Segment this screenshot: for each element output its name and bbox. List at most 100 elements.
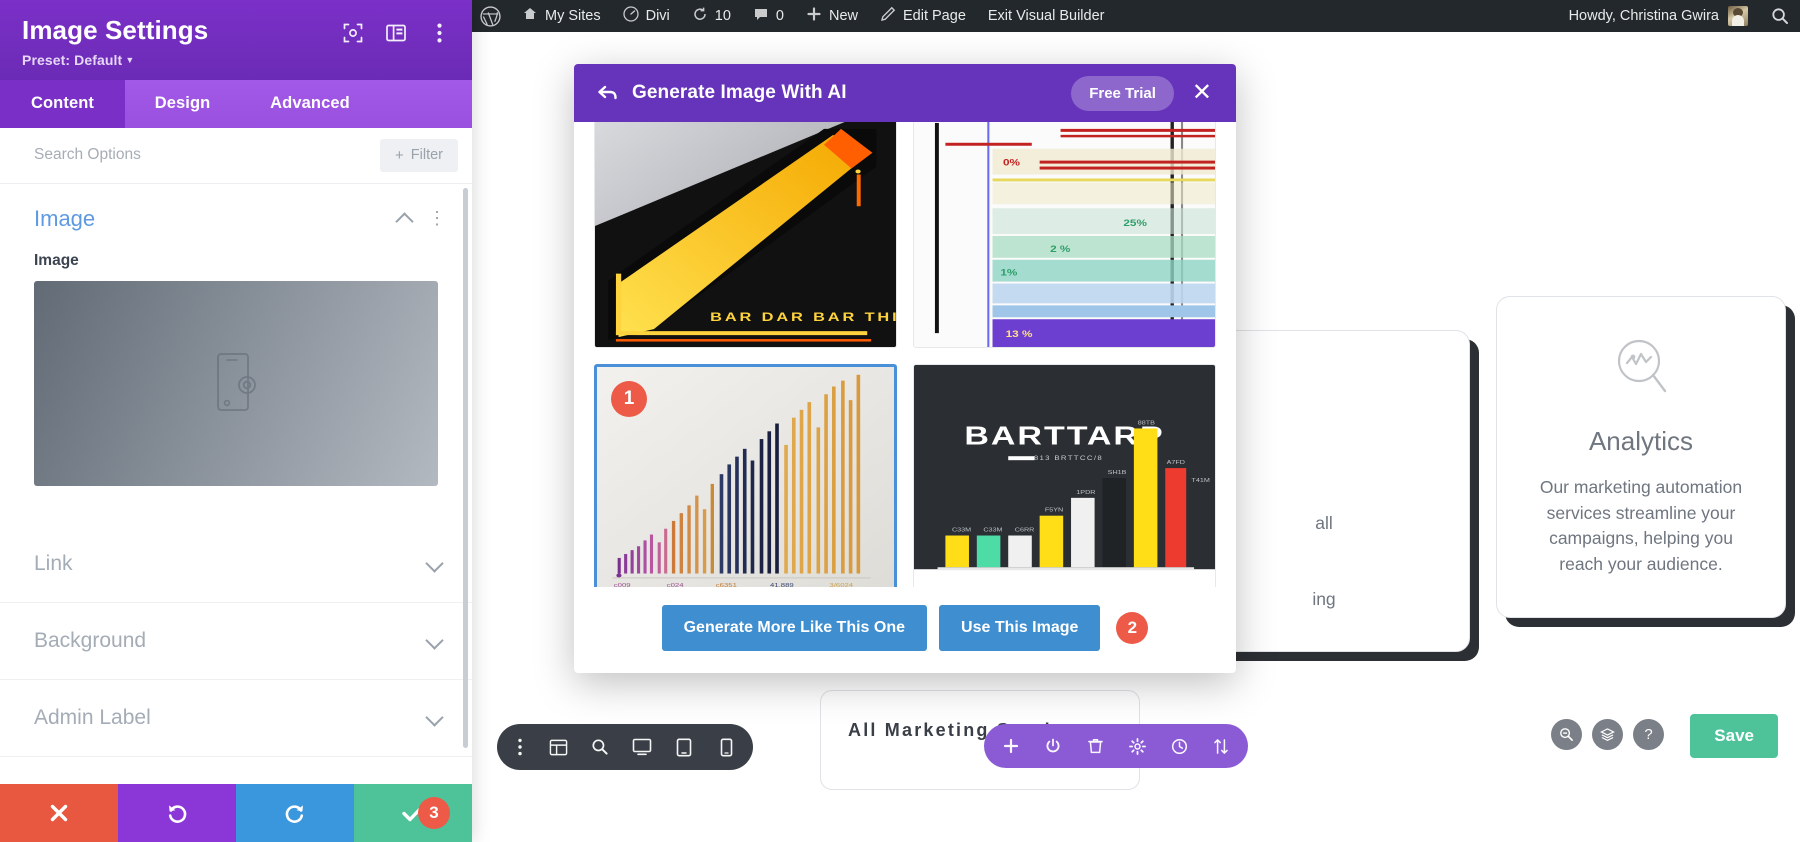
wireframe-view-button[interactable]	[537, 725, 579, 769]
image-settings-panel: Image Settings Preset: Default ▼ Content …	[0, 0, 472, 842]
gear-icon[interactable]	[1116, 724, 1158, 768]
sort-arrows-icon[interactable]	[1200, 724, 1242, 768]
admin-bar-item-exit-visual-builder[interactable]: Exit Visual Builder	[977, 0, 1116, 32]
plus-icon	[806, 6, 822, 26]
analytics-magnifier-icon	[1613, 337, 1669, 402]
sidebar-item-link[interactable]: Link	[0, 526, 472, 603]
layers-button[interactable]	[1592, 719, 1623, 750]
kebab-menu-icon[interactable]: ⋮	[428, 210, 446, 227]
help-button[interactable]: ?	[1633, 719, 1664, 750]
updates-refresh-icon	[692, 6, 708, 26]
zoom-out-button[interactable]	[1551, 719, 1582, 750]
admin-bar-label: 10	[714, 8, 731, 24]
svg-text:F5YN: F5YN	[1045, 507, 1064, 513]
svg-text:0%: 0%	[1003, 159, 1020, 168]
pencil-edit-icon	[880, 6, 896, 26]
divi-module-toolbar	[984, 724, 1248, 768]
admin-bar-label: 0	[775, 8, 784, 24]
panel-scrollbar[interactable]	[463, 184, 468, 784]
kebab-menu-icon[interactable]	[428, 22, 450, 44]
save-button[interactable]: Save	[1690, 714, 1778, 758]
modal-body: BAR DAR BAR THI 0% 25% 2 % 1% 13 % 1 c00…	[574, 122, 1236, 587]
filter-button[interactable]: + Filter	[380, 138, 458, 172]
thumb-1-caption: BAR DAR BAR THI	[710, 311, 896, 325]
delete-button[interactable]	[1074, 724, 1116, 768]
undo-button[interactable]	[118, 784, 236, 842]
scrollbar-thumb[interactable]	[463, 187, 468, 748]
clock-history-icon[interactable]	[1158, 724, 1200, 768]
svg-text:13 %: 13 %	[1006, 330, 1033, 339]
modal-header: Generate Image With AI Free Trial ✕	[574, 64, 1236, 122]
svg-text:813 BRTTCC/8: 813 BRTTCC/8	[1034, 456, 1103, 462]
service-card-fragment-2: ing	[1312, 588, 1336, 609]
wordpress-logo-icon[interactable]	[472, 0, 511, 32]
search-input[interactable]: Search Options	[34, 146, 141, 164]
ai-image-option-4[interactable]: BARTTARP 813 BRTTCC/8 C33M C33M C6RR F5Y	[913, 364, 1216, 587]
preset-selector[interactable]: Preset: Default ▼	[22, 52, 450, 68]
settings-action-bar: 3	[0, 784, 472, 842]
divi-view-toolbar	[497, 724, 753, 770]
admin-bar-item-updates[interactable]: 10	[681, 0, 742, 32]
generate-more-button[interactable]: Generate More Like This One	[661, 605, 928, 651]
discard-button[interactable]	[0, 784, 118, 842]
admin-bar-item-new[interactable]: New	[795, 0, 869, 32]
admin-bar-howdy[interactable]: Howdy, Christina Gwira	[1557, 6, 1760, 26]
chevron-down-icon: ▼	[125, 54, 135, 65]
image-section-header[interactable]: Image ⋮	[0, 184, 472, 246]
service-card-text: Our marketing automation services stream…	[1539, 477, 1743, 574]
search-icon[interactable]	[1760, 0, 1800, 32]
desktop-view-button[interactable]	[621, 725, 663, 769]
tab-advanced[interactable]: Advanced	[240, 80, 380, 128]
sidebar-item-background[interactable]: Background	[0, 603, 472, 680]
use-this-image-button[interactable]: Use This Image	[939, 605, 1101, 651]
free-trial-badge[interactable]: Free Trial	[1071, 75, 1174, 111]
modal-footer: Generate More Like This One Use This Ima…	[574, 587, 1236, 673]
svg-text:1PDR: 1PDR	[1076, 490, 1096, 496]
tablet-view-button[interactable]	[663, 725, 705, 769]
ai-image-option-3[interactable]: 1 c009 c024 c6351 41.889 3/6024	[594, 364, 897, 587]
admin-bar-item-my-sites[interactable]: My Sites	[511, 0, 612, 32]
zoom-view-button[interactable]	[579, 725, 621, 769]
image-field-label: Image	[34, 251, 79, 269]
add-module-button[interactable]	[990, 724, 1032, 768]
image-preview[interactable]	[34, 280, 438, 486]
svg-text:A7FD: A7FD	[1167, 460, 1186, 466]
step-badge-3: 3	[418, 797, 450, 829]
image-section-title: Image	[34, 205, 96, 231]
close-icon[interactable]: ✕	[1188, 81, 1216, 105]
avatar	[1728, 6, 1748, 26]
back-arrow-icon[interactable]	[598, 85, 618, 101]
save-settings-button[interactable]: 3	[354, 784, 472, 842]
admin-bar-label: Edit Page	[903, 8, 966, 24]
service-card-fragment-1: all	[1315, 513, 1333, 533]
ai-image-option-2[interactable]: 0% 25% 2 % 1% 13 %	[913, 122, 1216, 348]
floating-tool-buttons: ?	[1551, 719, 1664, 750]
focus-target-icon[interactable]	[342, 22, 364, 44]
admin-bar-item-edit-page[interactable]: Edit Page	[869, 0, 977, 32]
modal-title: Generate Image With AI	[632, 82, 847, 103]
admin-bar-label: Divi	[645, 8, 670, 24]
admin-bar-item-comments[interactable]: 0	[742, 0, 795, 32]
ai-image-option-1[interactable]: BAR DAR BAR THI	[594, 122, 897, 348]
howdy-label: Howdy, Christina Gwira	[1568, 8, 1719, 24]
step-badge-2: 2	[1116, 612, 1149, 644]
service-card-title: Analytics	[1588, 426, 1694, 456]
sidebar-item-admin-label[interactable]: Admin Label	[0, 680, 472, 757]
wordpress-admin-bar: My Sites Divi 10 0 New Edit Page Exit Vi…	[472, 0, 1800, 32]
toggle-button[interactable]	[1032, 724, 1074, 768]
admin-bar-label: Exit Visual Builder	[987, 8, 1105, 24]
phone-view-button[interactable]	[705, 725, 747, 769]
collapse-label: Background	[34, 628, 147, 652]
chevron-down-icon	[427, 636, 442, 646]
redo-button[interactable]	[236, 784, 354, 842]
admin-bar-item-divi[interactable]: Divi	[612, 0, 681, 32]
tab-content[interactable]: Content	[0, 79, 125, 128]
more-options-button[interactable]	[503, 725, 537, 769]
collapse-label: Link	[34, 551, 73, 575]
tab-design[interactable]: Design	[125, 80, 240, 128]
admin-bar-label: My Sites	[545, 8, 601, 24]
layout-panel-icon[interactable]	[385, 22, 407, 44]
chevron-up-icon[interactable]	[397, 214, 412, 224]
generate-image-with-ai-modal: Generate Image With AI Free Trial ✕ BAR …	[574, 64, 1236, 673]
service-card-analytics[interactable]: Analytics Our marketing automation servi…	[1496, 296, 1786, 618]
